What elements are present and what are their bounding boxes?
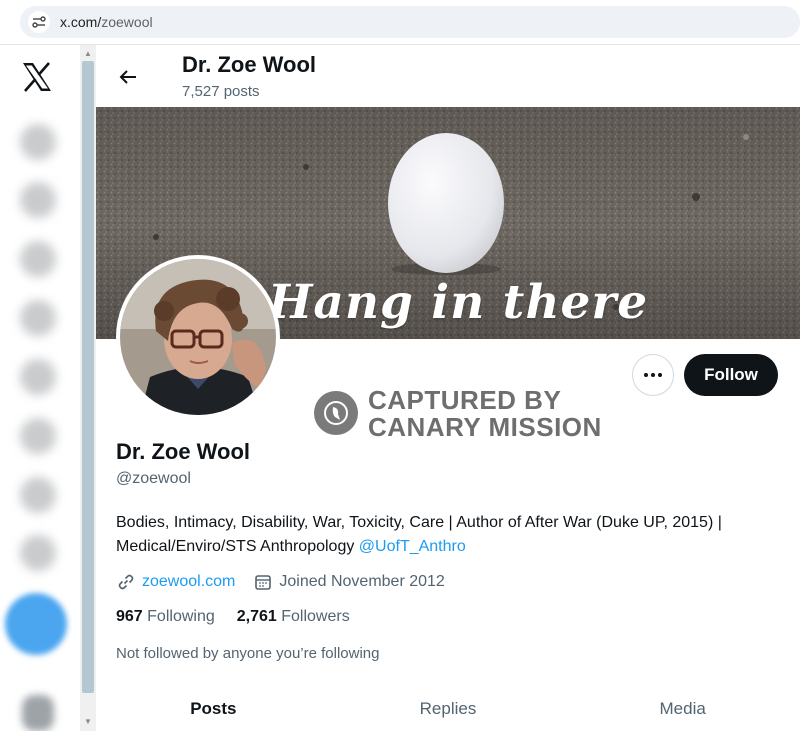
address-bar[interactable]: x.com/zoewool xyxy=(20,6,800,38)
site-info-icon[interactable] xyxy=(28,11,50,33)
notifications-icon[interactable] xyxy=(20,241,56,277)
account-avatar[interactable] xyxy=(22,695,54,731)
follow-button[interactable]: Follow xyxy=(684,354,778,396)
lists-icon[interactable] xyxy=(20,418,56,454)
canary-mission-watermark: CAPTURED BY CANARY MISSION xyxy=(314,383,604,443)
profile-main-column: Dr. Zoe Wool 7,527 posts Hang in there F… xyxy=(96,45,800,731)
communities-icon[interactable] xyxy=(20,477,56,513)
url-text[interactable]: x.com/zoewool xyxy=(60,14,153,30)
url-path: zoewool xyxy=(101,14,153,30)
x-logo-icon[interactable] xyxy=(20,60,54,94)
joined-date: Joined November 2012 xyxy=(279,573,445,590)
tab-media[interactable]: Media xyxy=(565,699,800,731)
search-icon[interactable] xyxy=(20,182,56,218)
follow-stats: 967 Following 2,761 Followers xyxy=(116,608,372,626)
profile-handle: @zoewool xyxy=(116,470,191,487)
avatar-image xyxy=(120,259,276,415)
calendar-icon xyxy=(253,572,273,592)
profile-tabs: Posts Replies Media xyxy=(96,699,800,731)
followers-label: Followers xyxy=(281,608,350,625)
home-icon[interactable] xyxy=(20,124,56,160)
tab-posts[interactable]: Posts xyxy=(96,699,331,731)
grok-icon[interactable] xyxy=(20,359,56,395)
following-count: 967 xyxy=(116,608,143,625)
canary-bird-icon xyxy=(314,391,358,435)
banner-text: Hang in there xyxy=(268,275,649,330)
scroll-down-arrow-icon[interactable]: ▼ xyxy=(84,717,92,726)
link-icon xyxy=(116,572,136,592)
website-link[interactable]: zoewool.com xyxy=(142,573,235,591)
more-dots-icon xyxy=(644,373,662,377)
profile-bio: Bodies, Intimacy, Disability, War, Toxic… xyxy=(116,511,756,559)
watermark-line-2: CANARY MISSION xyxy=(368,412,602,442)
profile-header-bar: Dr. Zoe Wool 7,527 posts xyxy=(96,45,800,107)
profile-meta: zoewool.com Joined November 2012 xyxy=(116,571,445,593)
more-options-button[interactable] xyxy=(632,354,674,396)
url-domain: x.com/ xyxy=(60,14,102,30)
following-label: Following xyxy=(147,608,215,625)
followers-count: 2,761 xyxy=(236,608,277,625)
messages-icon[interactable] xyxy=(20,300,56,336)
followed-by-note: Not followed by anyone you’re following xyxy=(116,645,380,662)
scrollbar[interactable]: ▲ ▼ xyxy=(80,45,96,731)
profile-display-name: Dr. Zoe Wool xyxy=(116,439,251,464)
browser-toolbar: x.com/zoewool xyxy=(0,0,800,44)
scrollbar-thumb[interactable] xyxy=(82,61,94,693)
back-arrow-icon[interactable] xyxy=(110,59,146,95)
tab-replies[interactable]: Replies xyxy=(331,699,566,731)
followers-stat[interactable]: 2,761 Followers xyxy=(237,608,350,626)
header-display-name: Dr. Zoe Wool xyxy=(182,52,317,77)
bio-mention-link[interactable]: @UofT_Anthro xyxy=(359,538,466,555)
compose-post-button[interactable] xyxy=(5,593,67,655)
following-stat[interactable]: 967 Following xyxy=(116,608,215,626)
header-posts-count: 7,527 posts xyxy=(182,83,260,100)
scroll-up-arrow-icon[interactable]: ▲ xyxy=(84,49,92,58)
sidebar-nav xyxy=(0,45,80,731)
profile-icon[interactable] xyxy=(20,535,56,571)
profile-avatar[interactable] xyxy=(116,255,280,419)
